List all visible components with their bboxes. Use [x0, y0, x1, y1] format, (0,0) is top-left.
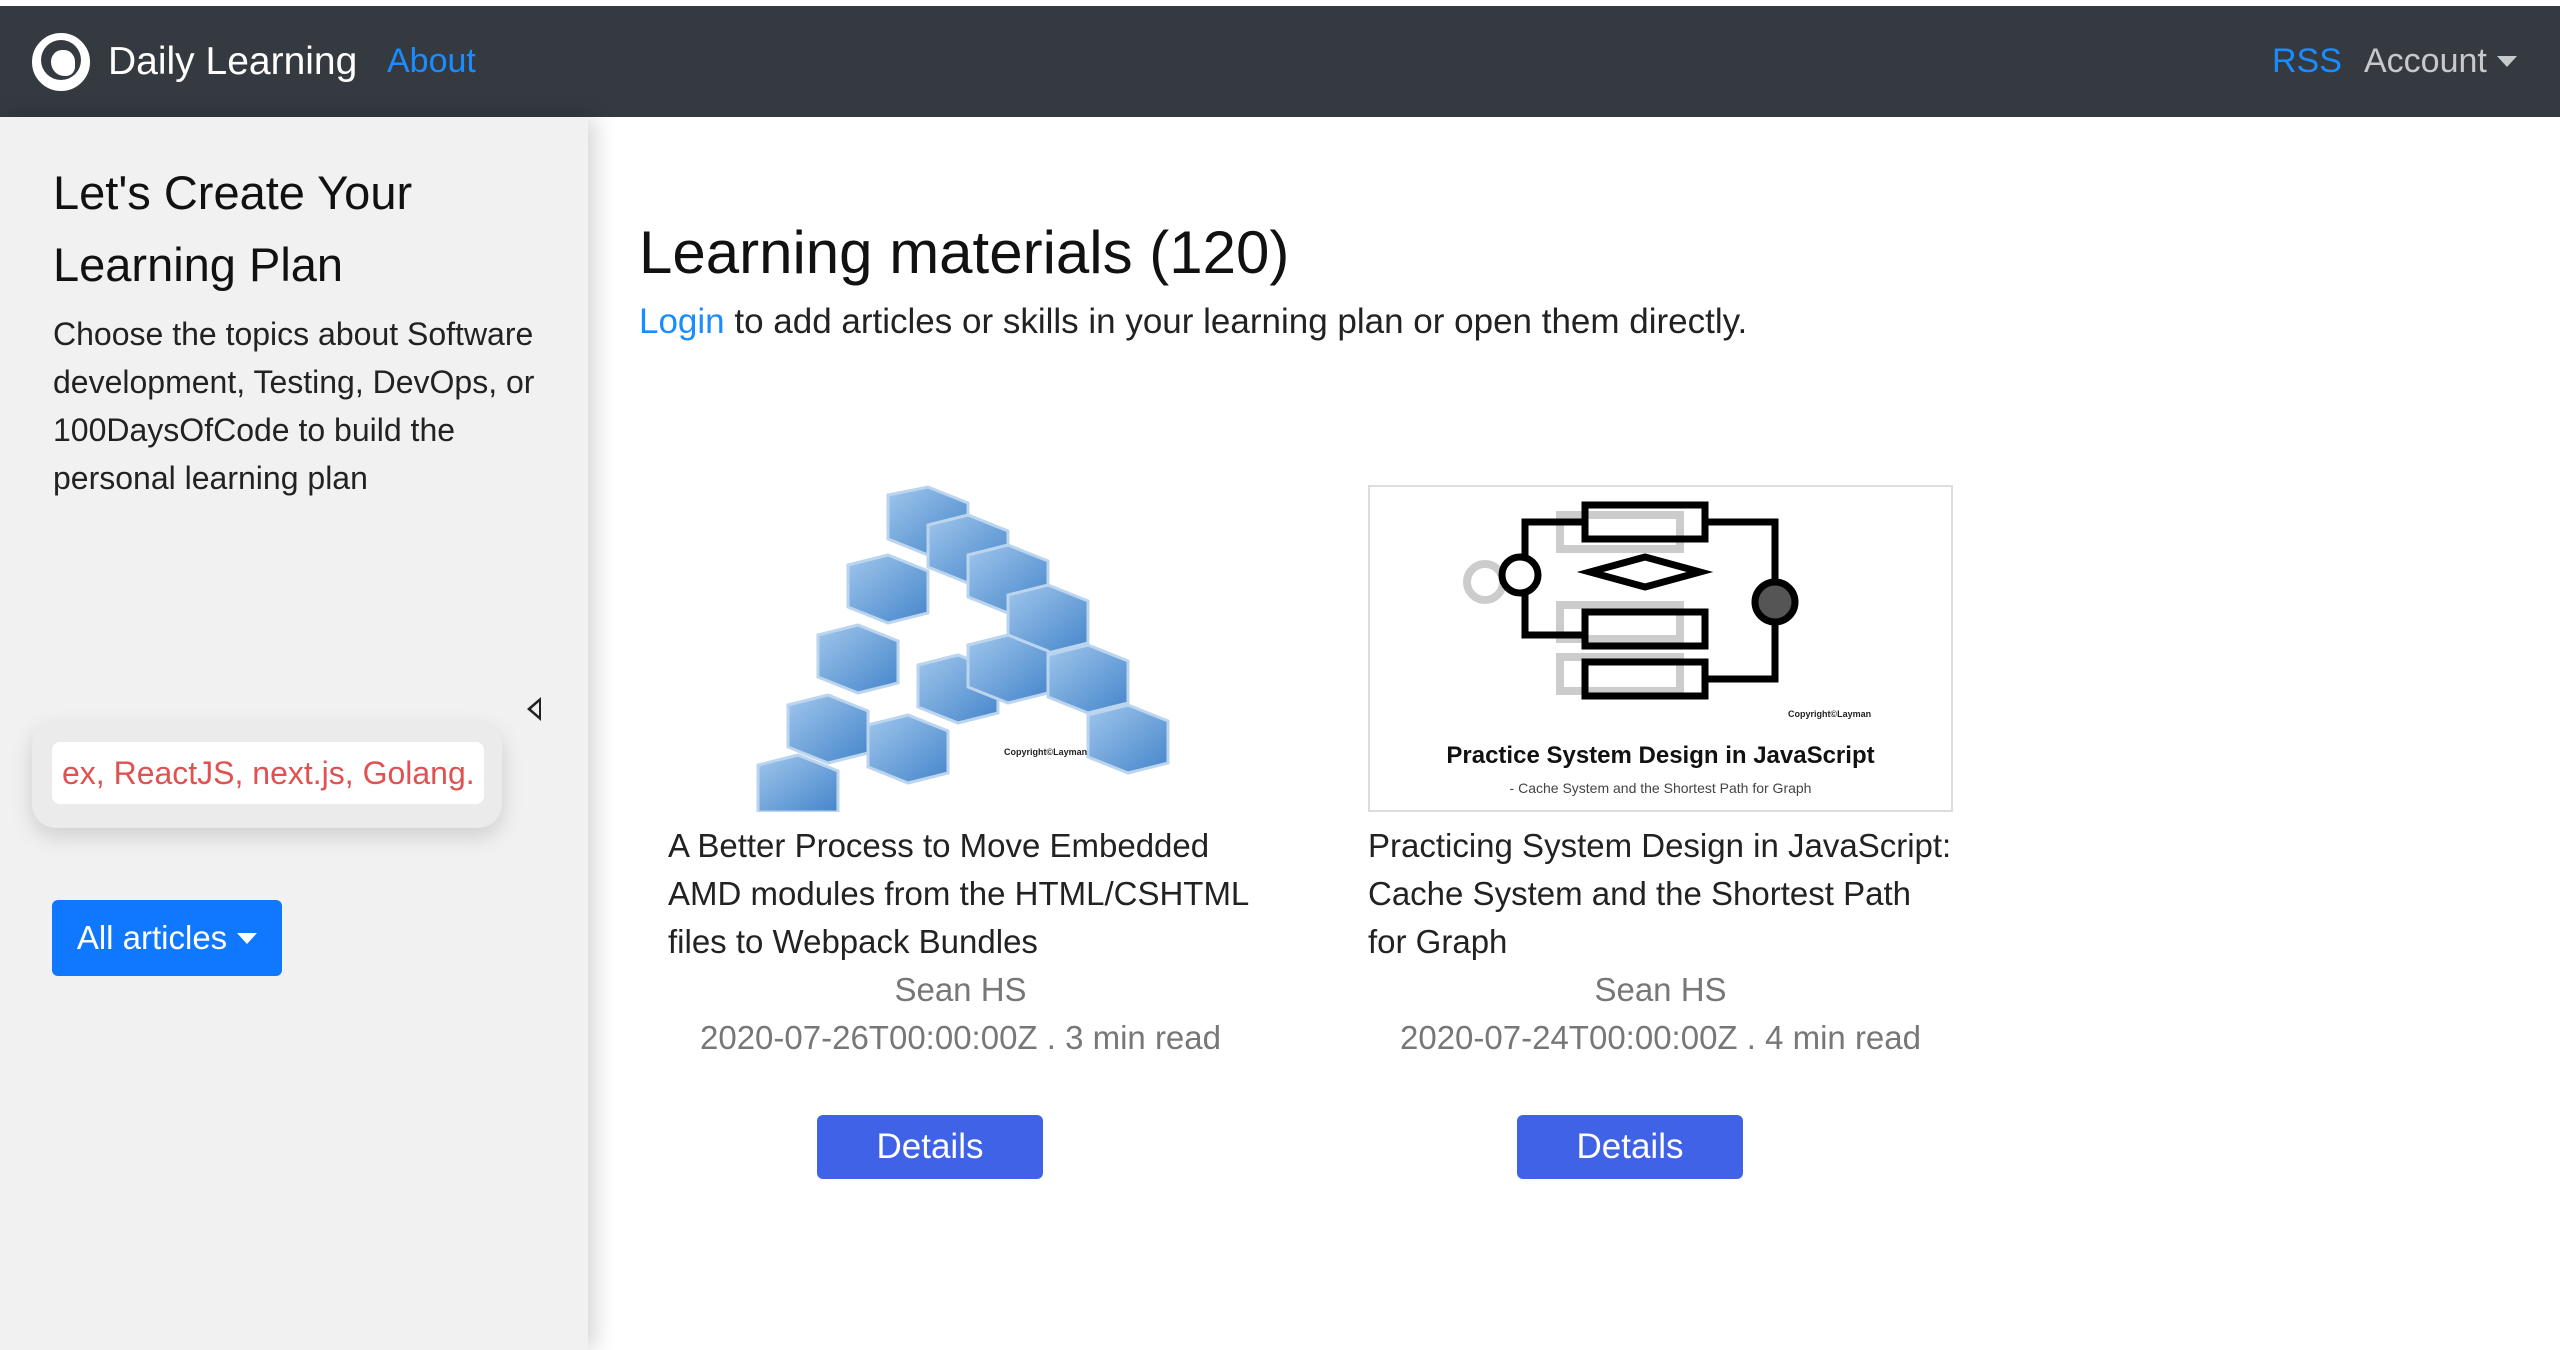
top-navbar: Daily Learning About RSS Account	[0, 6, 2560, 117]
all-articles-dropdown[interactable]: All articles	[52, 900, 282, 976]
filter-label: All articles	[76, 919, 228, 956]
login-prompt: Login to add articles or skills in your …	[639, 302, 1747, 342]
page-title: Learning materials (120)	[639, 219, 1290, 286]
article-card: Copyright©Layman Practice System Design …	[1368, 485, 1958, 1185]
sidebar-title: Let's Create Your Learning Plan	[53, 166, 413, 291]
article-title[interactable]: A Better Process to Move Embedded AMD mo…	[668, 822, 1258, 966]
cubes-arrow-image: Copyright©Layman	[756, 485, 1170, 812]
image-caption-title: Practice System Design in JavaScript	[1446, 742, 1875, 769]
image-caption-subtitle: - Cache System and the Shortest Path for…	[1509, 780, 1812, 796]
triangle-left-icon	[527, 697, 541, 721]
article-card: Copyright©Layman A Better Process to Mov…	[668, 485, 1258, 1185]
nav-rss-link[interactable]: RSS	[2272, 6, 2342, 117]
brand-name: Daily Learning	[108, 39, 358, 83]
account-dropdown[interactable]: Account	[2364, 6, 2517, 117]
article-thumbnail[interactable]: Copyright©Layman	[668, 485, 1253, 812]
learning-plan-sidebar: Let's Create Your Learning Plan Choose t…	[0, 117, 588, 1350]
topic-search-input[interactable]	[52, 742, 484, 804]
image-copyright: Copyright©Layman	[1004, 747, 1087, 757]
details-button[interactable]: Details	[1517, 1115, 1743, 1179]
article-author: Sean HS	[1594, 971, 1727, 1008]
topic-search-wrapper	[32, 722, 502, 828]
nav-about-link[interactable]: About	[387, 6, 476, 117]
caret-down-icon	[2496, 56, 2517, 67]
sidebar-description: Choose the topics about Software develop…	[53, 316, 535, 496]
login-prompt-text: to add articles or skills in your learni…	[724, 302, 1748, 341]
article-thumbnail[interactable]: Copyright©Layman Practice System Design …	[1368, 485, 1953, 812]
account-label: Account	[2364, 42, 2487, 80]
article-meta: 2020-07-24T00:00:00Z . 4 min read	[1400, 1019, 1921, 1056]
collapse-sidebar-toggle[interactable]	[522, 692, 546, 726]
details-button[interactable]: Details	[817, 1115, 1043, 1179]
article-title[interactable]: Practicing System Design in JavaScript: …	[1368, 822, 1958, 966]
article-meta: 2020-07-26T00:00:00Z . 3 min read	[700, 1019, 1221, 1056]
brand-link[interactable]: Daily Learning	[32, 6, 357, 117]
brand-logo-icon	[32, 32, 90, 91]
login-link[interactable]: Login	[639, 302, 725, 341]
article-author: Sean HS	[894, 971, 1027, 1008]
caret-down-icon	[237, 932, 258, 944]
image-copyright: Copyright©Layman	[1788, 709, 1871, 719]
